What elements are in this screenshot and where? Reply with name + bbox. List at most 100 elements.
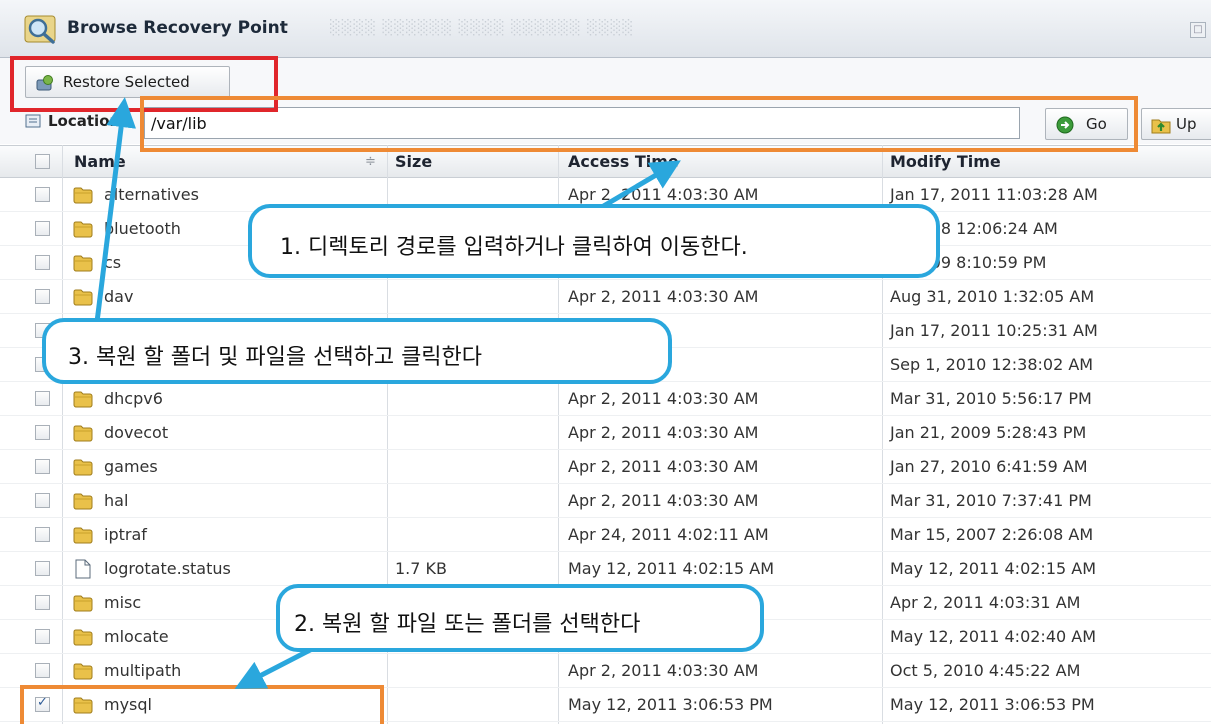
- modify-time: May 12, 2011 3:06:53 PM: [890, 695, 1095, 714]
- modify-time: Apr 2, 2011 4:03:31 AM: [890, 593, 1081, 612]
- file-name: logrotate.status: [104, 559, 231, 578]
- table-row[interactable]: logrotate.status 1.7 KB May 12, 2011 4:02:…: [0, 552, 1211, 586]
- access-time: Apr 2, 2011 4:03:30 AM: [568, 287, 759, 306]
- restore-selected-button[interactable]: Restore Selected: [25, 66, 230, 98]
- row-checkbox[interactable]: [35, 663, 50, 678]
- modify-time: Jan 27, 2010 6:41:59 AM: [890, 457, 1088, 476]
- column-header-modify-time[interactable]: Modify Time: [890, 152, 1001, 171]
- modify-time: Jan 17, 2011 10:25:31 AM: [890, 321, 1098, 340]
- table-row[interactable]: dhcpv6 Apr 2, 2011 4:03:30 AM Mar 31, 2010…: [0, 382, 1211, 416]
- modify-time: Sep 1, 2010 12:38:02 AM: [890, 355, 1094, 374]
- file-name: alternatives: [104, 185, 199, 204]
- modify-time: Oct 5, 2010 4:45:22 AM: [890, 661, 1081, 680]
- file-name: hal: [104, 491, 129, 510]
- step3-callout: 3. 복원 할 폴더 및 파일을 선택하고 클릭한다: [42, 318, 672, 384]
- folder-icon: [73, 255, 93, 272]
- folder-icon: [73, 663, 93, 680]
- column-header-name[interactable]: Name: [74, 152, 126, 171]
- row-checkbox[interactable]: [35, 255, 50, 270]
- table-row[interactable]: mysql May 12, 2011 3:06:53 PM May 12, 2011…: [0, 688, 1211, 722]
- go-label: Go: [1086, 115, 1107, 133]
- file-name: dovecot: [104, 423, 169, 442]
- maximize-button[interactable]: □: [1190, 22, 1206, 38]
- row-checkbox[interactable]: [35, 695, 50, 712]
- up-label: Up: [1176, 115, 1197, 133]
- table-row[interactable]: iptraf Apr 24, 2011 4:02:11 AM Mar 15, 200…: [0, 518, 1211, 552]
- modify-time: Mar 31, 2010 5:56:17 PM: [890, 389, 1092, 408]
- row-checkbox[interactable]: [35, 527, 50, 542]
- modify-time: Mar 31, 2010 7:37:41 PM: [890, 491, 1092, 510]
- window-title: Browse Recovery Point: [67, 18, 288, 38]
- restore-selected-label: Restore Selected: [63, 73, 190, 91]
- table-header: Name ≑ Size Access Time Modify Time: [0, 145, 1211, 178]
- restore-icon: [36, 75, 53, 91]
- table-row[interactable]: dovecot Apr 2, 2011 4:03:30 AM Jan 21, 200…: [0, 416, 1211, 450]
- file-name: iptraf: [104, 525, 147, 544]
- step1-text: 1. 디렉토리 경로를 입력하거나 클릭하여 이동한다.: [280, 235, 748, 260]
- file-name: dhcpv6: [104, 389, 163, 408]
- folder-icon: [73, 391, 93, 408]
- go-button[interactable]: Go: [1045, 108, 1128, 140]
- folder-icon: [73, 629, 93, 646]
- row-checkbox[interactable]: [35, 391, 50, 406]
- modify-time: May 12, 2011 4:02:40 AM: [890, 627, 1097, 646]
- row-checkbox[interactable]: [35, 425, 50, 440]
- file-name: multipath: [104, 661, 182, 680]
- window-titlebar: Browse Recovery Point ░░░░ ░░░░░░ ░░░░ ░…: [0, 0, 1211, 58]
- step2-callout: 2. 복원 할 파일 또는 폴더를 선택한다: [276, 584, 764, 652]
- access-time: Apr 2, 2011 4:03:30 AM: [568, 389, 759, 408]
- column-header-size[interactable]: Size: [395, 152, 432, 171]
- access-time: Apr 24, 2011 4:02:11 AM: [568, 525, 769, 544]
- row-checkbox[interactable]: [35, 595, 50, 610]
- file-name: cs: [104, 253, 122, 272]
- row-checkbox[interactable]: [35, 561, 50, 576]
- row-checkbox[interactable]: [35, 289, 50, 304]
- file-size: 1.7 KB: [395, 559, 447, 578]
- table-row[interactable]: dav Apr 2, 2011 4:03:30 AM Aug 31, 2010 1:…: [0, 280, 1211, 314]
- access-time: Apr 2, 2011 4:03:30 AM: [568, 185, 759, 204]
- file-name: dav: [104, 287, 134, 306]
- file-name: bluetooth: [104, 219, 181, 238]
- folder-icon: [73, 697, 93, 714]
- table-row[interactable]: multipath Apr 2, 2011 4:03:30 AM Oct 5, 20…: [0, 654, 1211, 688]
- access-time: Apr 2, 2011 4:03:30 AM: [568, 661, 759, 680]
- access-time: May 12, 2011 4:02:15 AM: [568, 559, 775, 578]
- file-name: mlocate: [104, 627, 169, 646]
- step3-text: 3. 복원 할 폴더 및 파일을 선택하고 클릭한다: [68, 345, 483, 370]
- row-checkbox[interactable]: [35, 221, 50, 236]
- column-header-access-time[interactable]: Access Time: [568, 152, 679, 171]
- folder-icon: [73, 425, 93, 442]
- folder-icon: [73, 221, 93, 238]
- file-name: misc: [104, 593, 142, 612]
- folder-icon: [73, 527, 93, 544]
- up-button[interactable]: Up: [1141, 108, 1211, 140]
- table-row[interactable]: hal Apr 2, 2011 4:03:30 AM Mar 31, 2010 7:…: [0, 484, 1211, 518]
- folder-icon: [73, 289, 93, 306]
- folder-icon: [73, 595, 93, 612]
- table-row[interactable]: games Apr 2, 2011 4:03:30 AM Jan 27, 2010 …: [0, 450, 1211, 484]
- row-checkbox[interactable]: [35, 629, 50, 644]
- access-time: Apr 2, 2011 4:03:30 AM: [568, 423, 759, 442]
- file-name: mysql: [104, 695, 152, 714]
- access-time: Apr 2, 2011 4:03:30 AM: [568, 457, 759, 476]
- row-checkbox[interactable]: [35, 493, 50, 508]
- go-arrow-icon: [1056, 116, 1074, 134]
- folder-icon: [73, 493, 93, 510]
- select-all-checkbox[interactable]: [35, 154, 50, 169]
- modify-time: Jan 17, 2011 11:03:28 AM: [890, 185, 1098, 204]
- sort-indicator-icon[interactable]: ≑: [365, 154, 376, 169]
- access-time: Apr 2, 2011 4:03:30 AM: [568, 491, 759, 510]
- row-checkbox[interactable]: [35, 459, 50, 474]
- modify-time: Mar 15, 2007 2:26:08 AM: [890, 525, 1094, 544]
- step1-callout: 1. 디렉토리 경로를 입력하거나 클릭하여 이동한다.: [248, 204, 940, 278]
- access-time: May 12, 2011 3:06:53 PM: [568, 695, 773, 714]
- file-name: games: [104, 457, 158, 476]
- title-background-text: ░░░░ ░░░░░░ ░░░░ ░░░░░░ ░░░░: [330, 20, 635, 36]
- modify-time: Aug 31, 2010 1:32:05 AM: [890, 287, 1095, 306]
- folder-icon: [73, 187, 93, 204]
- folder-icon: [73, 459, 93, 476]
- row-checkbox[interactable]: [35, 187, 50, 202]
- file-icon: [75, 559, 91, 579]
- location-path-input[interactable]: [144, 107, 1020, 139]
- modify-time: Jan 21, 2009 5:28:43 PM: [890, 423, 1087, 442]
